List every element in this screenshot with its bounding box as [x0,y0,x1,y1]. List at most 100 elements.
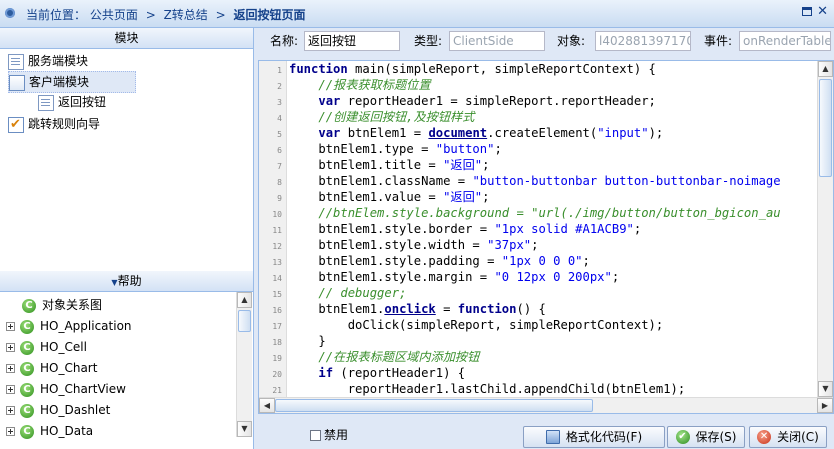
code-token: btnElem1.className = [289,174,473,188]
tree-item-label: 跳转规则向导 [28,117,101,131]
help-scrollbar[interactable]: ▲ ▼ [236,292,252,437]
help-item-ho-data[interactable]: C HO_Data [6,421,93,441]
maximize-icon[interactable] [802,7,812,16]
event-input[interactable]: onRenderTable [739,31,831,51]
help-item-ho-dashlet[interactable]: C HO_Dashlet [6,400,110,420]
help-item-ho-cell[interactable]: C HO_Cell [6,337,87,357]
code-token: ; [611,270,620,284]
class-icon: C [20,382,34,397]
code-token: "button-buttonbar button-buttonbar-noima… [472,174,781,188]
code-horizontal-scrollbar[interactable]: ◀ ▶ [259,397,833,413]
scroll-thumb[interactable] [819,79,832,177]
code-editor[interactable]: 1 2 3 4 5 6 7 8 9 10 11 12 13 14 15 16 17 18 19 20 21 functi… [258,60,834,414]
expand-icon[interactable] [6,406,15,415]
format-code-button[interactable]: 格式化代码(F) [523,426,665,448]
help-item-ho-chart[interactable]: C HO_Chart [6,358,97,378]
code-token: // debugger; [318,286,407,300]
tree-item-server-module[interactable]: 服务端模块 [8,51,88,71]
code-token: btnElem1.value = [289,190,444,204]
code-vertical-scrollbar[interactable]: ▲ ▼ [817,61,833,397]
page-icon [38,94,54,111]
line-number: 20 [272,370,282,379]
code-token: "input" [597,126,649,140]
code-token: "返回" [443,190,483,204]
tree-item-label: 客户端模块 [29,75,90,89]
code-token: //创建返回按钮,及按钮样式 [318,110,475,124]
line-number: 8 [277,178,282,187]
expand-icon[interactable] [6,343,15,352]
disable-checkbox[interactable] [310,430,321,441]
code-token: //在报表标题区域内添加按钮 [318,350,480,364]
line-number: 21 [272,386,282,395]
code-token: btnElem1.type = [289,142,436,156]
code-token: .createElement( [487,126,598,140]
save-button[interactable]: ✔ 保存(S) [667,426,745,448]
object-input[interactable]: l402881397170e [595,31,691,51]
class-icon: C [20,361,34,376]
code-line: btnElem1.style.padding = "1px 0 0 0"; [289,253,590,269]
type-input[interactable]: ClientSide [449,31,545,51]
name-label: 名称: [270,34,299,48]
expand-icon[interactable] [6,322,15,331]
code-token: btnElem1.style.border = [289,222,495,236]
expand-icon[interactable] [6,385,15,394]
help-item-label: HO_Data [40,424,94,438]
format-code-label: 格式化代码(F) [565,430,643,444]
breadcrumb-separator: > [215,8,226,22]
scroll-right-icon[interactable]: ▶ [817,398,833,413]
type-label: 类型: [414,34,443,48]
tree-item-client-module[interactable]: 客户端模块 [8,71,136,93]
scroll-thumb[interactable] [238,310,251,332]
line-number: 5 [277,130,282,139]
tree-item-jump-rule-wizard[interactable]: 跳转规则向导 [8,114,101,135]
help-item-object-diagram[interactable]: C 对象关系图 [22,295,102,315]
help-item-label: 对象关系图 [42,298,103,312]
class-icon: C [20,319,34,334]
code-token: function [289,62,348,76]
help-item-label: HO_Cell [40,340,87,354]
code-line: if (reportHeader1) { [289,365,465,381]
line-number: 7 [277,162,282,171]
scroll-up-icon[interactable]: ▲ [237,292,252,308]
scroll-thumb[interactable] [275,399,593,412]
code-token: btnElem1. [289,302,385,316]
code-token: ; [482,190,490,204]
code-token: = [435,302,458,316]
name-input[interactable]: 返回按钮 [304,31,400,51]
line-number: 9 [277,194,282,203]
wizard-check-icon [8,115,24,135]
scroll-left-icon[interactable]: ◀ [259,398,275,413]
line-number: 10 [272,210,282,219]
code-token: main(simpleReport, simpleReportContext) … [347,62,656,76]
code-token: ; [494,142,502,156]
help-item-ho-application[interactable]: C HO_Application [6,316,132,336]
code-token: btnElem1.style.margin = [289,270,495,284]
code-token: //btnElem.style.background = "url(./img/… [318,206,781,220]
line-number: 11 [272,226,282,235]
save-label: 保存(S) [695,430,737,444]
expand-icon[interactable] [6,364,15,373]
expand-icon[interactable] [6,427,15,436]
code-token: () { [516,302,546,316]
close-button[interactable]: ✕ 关闭(C) [749,426,827,448]
close-icon[interactable]: ✕ [817,5,828,18]
event-label: 事件: [704,34,733,48]
help-item-ho-chartview[interactable]: C HO_ChartView [6,379,126,399]
module-panel-header: 模块 [0,28,253,49]
breadcrumb-item-z-summary[interactable]: Z转总结 [164,8,208,22]
tree-item-back-button[interactable]: 返回按钮 [38,92,106,112]
left-pane: 模块 服务端模块 客户端模块 返回按钮 跳转规则向导 ▼帮助 C对象关系图 CH… [0,28,254,449]
scroll-down-icon[interactable]: ▼ [818,381,833,397]
scroll-down-icon[interactable]: ▼ [237,421,252,437]
code-token: "1px 0 0 0" [501,254,583,268]
scroll-up-icon[interactable]: ▲ [818,61,833,77]
help-panel-header[interactable]: ▼帮助 [0,271,253,292]
breadcrumb-item-public-pages[interactable]: 公共页面 [90,8,138,22]
code-line: btnElem1.type = "button"; [289,141,502,157]
code-line: btnElem1.onclick = function() { [289,301,546,317]
help-item-label: HO_Dashlet [40,403,111,417]
line-number: 3 [277,98,282,107]
